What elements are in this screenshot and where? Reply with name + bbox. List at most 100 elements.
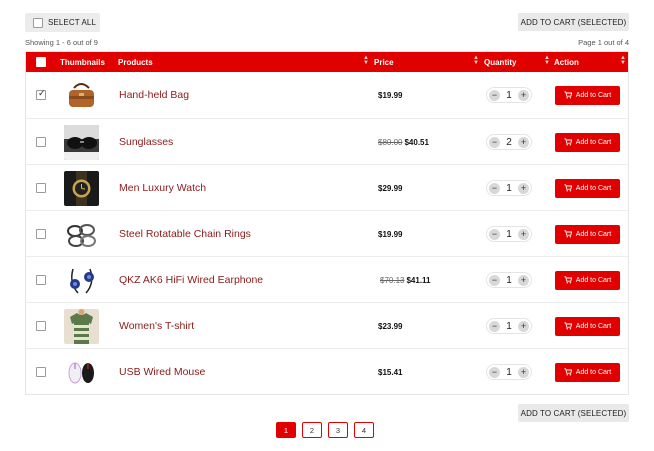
header-checkbox[interactable] xyxy=(36,57,46,67)
page-button-3[interactable]: 3 xyxy=(328,422,348,438)
sort-icon: ▲ ▼ xyxy=(620,55,626,66)
page-button-4[interactable]: 4 xyxy=(354,422,374,438)
quantity-stepper: − 1 + xyxy=(486,87,532,103)
current-price: $19.99 xyxy=(378,90,403,100)
minus-icon[interactable]: − xyxy=(489,366,500,378)
row-checkbox[interactable] xyxy=(36,229,46,239)
watch-icon[interactable] xyxy=(64,170,99,206)
cart-icon xyxy=(564,276,572,284)
showing-count: Showing 1 - 6 out of 9 xyxy=(25,38,98,47)
add-to-cart-button[interactable]: Add to Cart xyxy=(555,316,620,336)
current-price: $29.99 xyxy=(378,183,403,193)
minus-icon[interactable]: − xyxy=(489,89,500,101)
header-action-label: Action xyxy=(554,57,579,67)
tshirt-icon[interactable] xyxy=(64,308,99,344)
minus-icon[interactable]: − xyxy=(489,228,500,240)
header-quantity-label: Quantity xyxy=(484,57,517,67)
price-cell: $80.00 $40.51 xyxy=(378,119,429,165)
header-quantity[interactable]: Quantity ▲ ▼ xyxy=(484,52,553,72)
quantity-value[interactable]: 1 xyxy=(506,275,512,286)
price-cell: $70.13 $41.11 xyxy=(380,257,431,303)
add-to-cart-button[interactable]: Add to Cart xyxy=(555,270,620,290)
sunglasses-icon[interactable] xyxy=(64,124,99,160)
add-to-cart-button[interactable]: Add to Cart xyxy=(555,224,620,244)
add-to-cart-button[interactable]: Add to Cart xyxy=(555,178,620,198)
current-price: $19.99 xyxy=(378,229,403,239)
price-cell: $15.41 xyxy=(376,349,402,395)
quantity-value[interactable]: 2 xyxy=(506,137,512,148)
price-cell: $19.99 xyxy=(376,72,402,118)
table-row: Hand-held Bag $19.99 − 1 + Add to Cart xyxy=(26,72,628,118)
price-cell: $29.99 xyxy=(376,165,402,211)
price-cell: $23.99 xyxy=(376,303,402,349)
page-button-1[interactable]: 1 xyxy=(276,422,296,438)
product-name-link[interactable]: Women's T-shirt xyxy=(119,320,194,332)
product-name-link[interactable]: Sunglasses xyxy=(119,136,173,148)
current-price: $41.11 xyxy=(406,275,431,285)
earphone-icon[interactable] xyxy=(64,262,99,298)
plus-icon[interactable]: + xyxy=(518,366,529,378)
products-table: Thumbnails Products ▲ ▼ Price ▲ ▼ Quantity… xyxy=(25,51,629,395)
cart-icon xyxy=(564,184,572,192)
cart-icon xyxy=(564,322,572,330)
product-name-link[interactable]: Hand-held Bag xyxy=(119,89,189,101)
header-thumbnails: Thumbnails xyxy=(60,57,105,67)
row-checkbox[interactable] xyxy=(36,321,46,331)
quantity-value[interactable]: 1 xyxy=(506,367,512,378)
add-selected-to-cart-button-top[interactable]: ADD TO CART (SELECTED) xyxy=(518,13,629,31)
current-price: $15.41 xyxy=(378,367,403,377)
table-row: Steel Rotatable Chain Rings $19.99 − 1 +… xyxy=(26,210,628,256)
header-price[interactable]: Price ▲ ▼ xyxy=(374,52,482,72)
minus-icon[interactable]: − xyxy=(489,182,500,194)
plus-icon[interactable]: + xyxy=(518,136,529,148)
row-checkbox[interactable] xyxy=(36,183,46,193)
minus-icon[interactable]: − xyxy=(489,320,500,332)
quantity-value[interactable]: 1 xyxy=(506,183,512,194)
header-products[interactable]: Products ▲ ▼ xyxy=(118,52,372,72)
add-to-cart-button[interactable]: Add to Cart xyxy=(555,132,620,152)
plus-icon[interactable]: + xyxy=(518,320,529,332)
cart-icon xyxy=(564,91,572,99)
cart-icon xyxy=(564,138,572,146)
add-to-cart-button[interactable]: Add to Cart xyxy=(555,85,620,105)
sort-icon: ▲ ▼ xyxy=(363,55,369,66)
price-cell: $19.99 xyxy=(376,211,402,257)
header-action[interactable]: Action ▲ ▼ xyxy=(554,52,629,72)
row-checkbox[interactable] xyxy=(36,275,46,285)
quantity-stepper: − 1 + xyxy=(486,226,532,242)
product-name-link[interactable]: Steel Rotatable Chain Rings xyxy=(119,228,251,240)
select-all-button[interactable]: SELECT ALL xyxy=(25,13,100,32)
add-to-cart-label: Add to Cart xyxy=(575,322,612,330)
plus-icon[interactable]: + xyxy=(518,182,529,194)
table-body: Hand-held Bag $19.99 − 1 + Add to Cart xyxy=(26,72,628,394)
table-row: QKZ AK6 HiFi Wired Earphone $70.13 $41.1… xyxy=(26,256,628,302)
row-checkbox[interactable] xyxy=(36,367,46,377)
bag-icon[interactable] xyxy=(64,77,99,113)
row-checkbox[interactable] xyxy=(36,88,46,100)
minus-icon[interactable]: − xyxy=(489,136,500,148)
rings-icon[interactable] xyxy=(64,216,99,252)
product-name-link[interactable]: USB Wired Mouse xyxy=(119,366,205,378)
plus-icon[interactable]: + xyxy=(518,274,529,286)
add-to-cart-label: Add to Cart xyxy=(575,138,612,146)
quantity-value[interactable]: 1 xyxy=(506,90,512,101)
add-to-cart-label: Add to Cart xyxy=(575,91,612,99)
minus-icon[interactable]: − xyxy=(489,274,500,286)
table-row: Sunglasses $80.00 $40.51 − 2 + Add to Ca… xyxy=(26,118,628,164)
quantity-value[interactable]: 1 xyxy=(506,321,512,332)
quantity-value[interactable]: 1 xyxy=(506,229,512,240)
select-all-checkbox[interactable] xyxy=(33,17,43,28)
plus-icon[interactable]: + xyxy=(518,89,529,101)
add-to-cart-button[interactable]: Add to Cart xyxy=(555,362,620,382)
row-checkbox[interactable] xyxy=(36,137,46,147)
mouse-icon[interactable] xyxy=(64,354,99,390)
plus-icon[interactable]: + xyxy=(518,228,529,240)
add-to-cart-label: Add to Cart xyxy=(575,184,612,192)
old-price: $70.13 xyxy=(380,275,405,285)
product-name-link[interactable]: Men Luxury Watch xyxy=(119,182,206,194)
add-selected-to-cart-button-bottom[interactable]: ADD TO CART (SELECTED) xyxy=(518,404,629,422)
page-button-2[interactable]: 2 xyxy=(302,422,322,438)
quantity-stepper: − 1 + xyxy=(486,318,532,334)
current-price: $40.51 xyxy=(404,137,429,147)
product-name-link[interactable]: QKZ AK6 HiFi Wired Earphone xyxy=(119,274,263,286)
